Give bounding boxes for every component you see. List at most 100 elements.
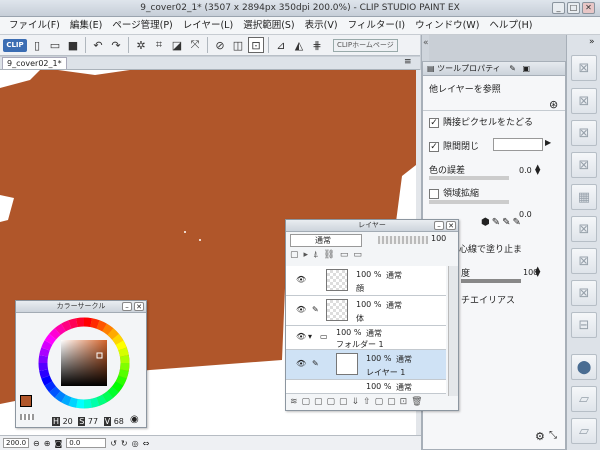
eye-icon[interactable]: 👁 <box>296 275 306 284</box>
blend-mode-select[interactable]: 通常 <box>290 234 362 247</box>
flip-icon[interactable]: ⇔ <box>143 439 150 448</box>
folder-icon[interactable]: ▱ <box>571 418 597 444</box>
special-ruler-snap-icon[interactable]: ◭ <box>291 37 307 53</box>
document-tab[interactable]: 9_cover02_1* <box>2 57 67 69</box>
hsv-readout: H 20 S 77 V 68 <box>52 417 124 426</box>
minimize-icon[interactable]: – <box>434 221 444 230</box>
eye-icon[interactable]: 👁 <box>296 332 306 341</box>
fit-icon[interactable]: ◙ <box>54 439 62 448</box>
maximize-button[interactable]: □ <box>567 2 580 14</box>
rotate-right-icon[interactable]: ↻ <box>121 439 128 448</box>
opacity-spinner[interactable]: ▲ ▼ <box>535 266 544 278</box>
fill-mode-icons[interactable]: ⬢✎✎✎ <box>481 217 553 231</box>
folder-arrow-icon[interactable]: ▾ <box>308 332 312 341</box>
redo-icon[interactable]: ↷ <box>108 37 124 53</box>
tool-slot-icon[interactable]: ⊠ <box>571 120 597 146</box>
layer-row[interactable]: 100 % 通常 <box>286 380 446 394</box>
zoom-in-icon[interactable]: ⊕ <box>44 439 51 448</box>
layer-footer-icons[interactable]: ≋▢▢▢▢⇓⇧▢▢⊡🗑 <box>290 397 456 409</box>
clear-outside-icon[interactable]: ⌗ <box>151 37 167 53</box>
layer-opacity-value: 100 <box>431 234 447 243</box>
h-label: H <box>52 417 61 426</box>
tool-slot-icon[interactable]: ⊠ <box>571 216 597 242</box>
opacity-label: 度 <box>461 269 471 279</box>
menu-selection[interactable]: 選択範囲(S) <box>238 17 299 35</box>
tool-slot-icon[interactable]: ⊠ <box>571 248 597 274</box>
reset-rotation-icon[interactable]: ◎ <box>132 439 139 448</box>
eye-icon[interactable]: 👁 <box>296 359 306 368</box>
zoom-field[interactable]: 200.0 <box>3 438 30 448</box>
rotation-field[interactable]: 0.0 <box>66 438 107 448</box>
minimize-button[interactable]: _ <box>552 2 565 14</box>
resize-icon[interactable]: ⤡ <box>549 430 557 441</box>
layer-row[interactable]: 👁 100 % 通常 顔 <box>286 266 446 296</box>
collapse-left-icon[interactable]: « <box>423 38 429 48</box>
expand-icon[interactable]: » <box>589 37 595 47</box>
clip-logo[interactable]: CLIP <box>3 38 27 52</box>
menu-view[interactable]: 表示(V) <box>300 17 343 35</box>
close-icon[interactable]: ✕ <box>446 221 456 230</box>
menu-edit[interactable]: 編集(E) <box>65 17 107 35</box>
save-icon[interactable]: ■ <box>65 37 81 53</box>
tool-slot-icon[interactable]: ⊟ <box>571 312 597 338</box>
folder-icon[interactable]: ▱ <box>571 386 597 412</box>
settings-icon[interactable]: ⚙ <box>535 430 545 443</box>
color-wheel[interactable] <box>38 317 130 409</box>
layer-row[interactable]: 👁 ✎ 100 % 通常 体 <box>286 296 446 326</box>
layer-tool-row[interactable]: ▢▸⍋⛓▭▭ <box>290 250 450 264</box>
deselect-icon[interactable]: ⊘ <box>212 37 228 53</box>
hue-segment <box>41 340 53 351</box>
tool-slot-icon[interactable]: ⊠ <box>571 55 597 81</box>
canvas-speck <box>184 231 186 233</box>
close-gap-arrow-icon[interactable]: ▶ <box>545 138 553 151</box>
color-margin-spinner[interactable]: ▲ ▼ <box>535 164 544 176</box>
close-gap-checkbox[interactable]: ✓ <box>429 141 439 152</box>
clip-home-button[interactable]: CLIPホームページ <box>333 38 398 52</box>
area-scaling-checkbox[interactable] <box>429 188 439 199</box>
tool-property-tab[interactable]: ツールプロパティ <box>437 64 501 73</box>
zoom-out-icon[interactable]: ⊖ <box>33 439 40 448</box>
follow-pixel-checkbox[interactable]: ✓ <box>429 117 439 128</box>
tool-slot-icon[interactable]: ⊠ <box>571 88 597 114</box>
invert-selection-icon[interactable]: ◫ <box>230 37 246 53</box>
clear-icon[interactable]: ✲ <box>133 37 149 53</box>
layer-row-selected[interactable]: 👁 ✎ 100 % 通常 レイヤー 1 <box>286 350 446 380</box>
menu-filter[interactable]: フィルター(I) <box>343 17 411 35</box>
transparent-swatch[interactable] <box>20 414 34 420</box>
brush-tab-icon[interactable]: ✎ <box>509 64 516 73</box>
menu-page[interactable]: ページ管理(P) <box>107 17 177 35</box>
menu-file[interactable]: ファイル(F) <box>4 17 65 35</box>
eye-icon[interactable]: 👁 <box>296 305 306 314</box>
menu-layer[interactable]: レイヤー(L) <box>178 17 238 35</box>
close-button[interactable]: ✕ <box>582 2 595 14</box>
fill-tool-icon[interactable]: ⬤ <box>571 354 597 380</box>
area-scaling-slider[interactable] <box>429 200 509 204</box>
menu-help[interactable]: ヘルプ(H) <box>484 17 537 35</box>
close-icon[interactable]: ✕ <box>134 302 144 311</box>
ruler-snap-icon[interactable]: ⊿ <box>273 37 289 53</box>
grid-snap-icon[interactable]: ⋕ <box>309 37 325 53</box>
open-file-icon[interactable]: ▭ <box>47 37 63 53</box>
tool-slot-icon[interactable]: ⊠ <box>571 152 597 178</box>
layer-scrollbar[interactable] <box>448 266 458 396</box>
opacity-bar[interactable] <box>378 236 428 244</box>
new-file-icon[interactable]: ▯ <box>29 37 45 53</box>
rotate-left-icon[interactable]: ↺ <box>110 439 117 448</box>
transform-icon[interactable]: ⤧ <box>187 37 203 53</box>
tool-slot-icon[interactable]: ▦ <box>571 184 597 210</box>
tab-menu-icon[interactable]: ≡ <box>404 57 412 67</box>
menu-window[interactable]: ウィンドウ(W) <box>410 17 484 35</box>
show-selection-icon[interactable]: ⊡ <box>248 37 264 53</box>
color-margin-slider[interactable] <box>429 176 509 180</box>
layer-tab-icon[interactable]: ▣ <box>522 64 530 73</box>
opacity-slider[interactable] <box>461 279 521 283</box>
minimize-icon[interactable]: – <box>122 302 132 311</box>
tool-slot-icon[interactable]: ⊠ <box>571 280 597 306</box>
fill-icon[interactable]: ◪ <box>169 37 185 53</box>
folder-row[interactable]: 👁 ▾ ▭ 100 % 通常 フォルダー 1 <box>286 326 446 350</box>
color-panel-title: カラーサークル <box>56 302 106 310</box>
undo-icon[interactable]: ↶ <box>90 37 106 53</box>
main-color-swatch[interactable] <box>20 395 32 407</box>
close-gap-strength[interactable] <box>493 138 543 151</box>
color-mode-icon[interactable]: ◉ <box>130 414 139 425</box>
